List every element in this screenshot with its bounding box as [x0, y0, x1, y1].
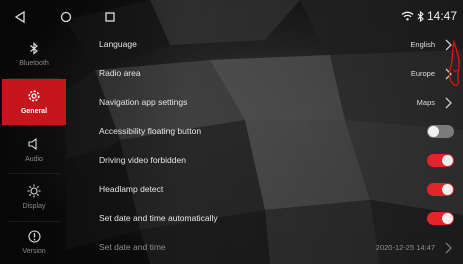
setting-label: Driving video forbidden [99, 155, 186, 165]
setting-value: Europe [410, 69, 435, 78]
bluetooth-status-icon [417, 10, 424, 22]
sidebar-item-audio[interactable]: Audio [2, 127, 66, 173]
setting-label: Accessibility floating button [99, 126, 202, 136]
brightness-icon [27, 184, 41, 198]
setting-label: Set date and time [99, 242, 166, 252]
setting-accessibility-button: Accessibility floating button [66, 118, 463, 147]
status-indicators: 14:47 [401, 9, 457, 23]
setting-driving-video: Driving video forbidden [66, 147, 463, 176]
setting-label: Navigation app settings [99, 97, 188, 107]
recent-apps-icon [105, 12, 115, 22]
back-icon [14, 11, 25, 23]
sidebar-item-label: Version [22, 248, 46, 255]
home-icon [60, 11, 72, 23]
annotation-mark [448, 40, 460, 87]
home-button[interactable] [57, 8, 75, 26]
sidebar-item-general[interactable]: General [2, 79, 66, 125]
accessibility-toggle[interactable] [427, 125, 454, 138]
chevron-right-icon [445, 97, 452, 109]
setting-language[interactable]: Language English [66, 31, 463, 60]
auto-datetime-toggle[interactable] [427, 212, 454, 225]
chevron-right-icon [445, 242, 452, 254]
setting-label: Radio area [99, 68, 141, 78]
sidebar-item-label: Audio [25, 156, 43, 163]
sidebar-item-bluetooth[interactable]: Bluetooth [2, 31, 66, 77]
toggle-knob [442, 184, 453, 195]
setting-label: Headlamp detect [99, 184, 164, 194]
setting-value: Maps [416, 98, 435, 107]
sidebar-item-label: General [20, 108, 48, 115]
toggle-knob [428, 126, 439, 137]
sidebar-item-version[interactable]: Version [2, 222, 66, 262]
clock: 14:47 [426, 9, 457, 23]
settings-list: Language English Radio area Europe Navig… [66, 31, 463, 264]
setting-headlamp: Headlamp detect [66, 176, 463, 205]
setting-navigation-app[interactable]: Navigation app settings Maps [66, 89, 463, 118]
back-button[interactable] [11, 8, 29, 26]
status-bar: 14:47 [0, 0, 463, 34]
headlamp-toggle[interactable] [427, 183, 454, 196]
setting-value: 2020-12-25 14:47 [375, 243, 435, 252]
info-icon [27, 229, 41, 243]
setting-auto-datetime: Set date and time automatically [66, 205, 463, 234]
driving-video-toggle[interactable] [427, 154, 454, 167]
sidebar-item-display[interactable]: Display [2, 174, 66, 220]
toggle-knob [442, 213, 453, 224]
gear-icon [27, 89, 41, 103]
setting-label: Language [99, 39, 137, 49]
toggle-knob [442, 155, 453, 166]
bluetooth-icon [27, 41, 41, 55]
speaker-icon [27, 137, 41, 151]
sidebar-item-label: Display [22, 203, 46, 210]
setting-set-datetime: Set date and time 2020-12-25 14:47 [66, 234, 463, 263]
settings-sidebar: Bluetooth General Audio Display Version [2, 31, 66, 262]
wifi-icon [401, 11, 414, 21]
setting-value: English [410, 40, 435, 49]
setting-label: Set date and time automatically [99, 213, 218, 223]
recent-apps-button[interactable] [101, 8, 119, 26]
sidebar-item-label: Bluetooth [19, 60, 49, 67]
setting-radio-area[interactable]: Radio area Europe [66, 60, 463, 89]
